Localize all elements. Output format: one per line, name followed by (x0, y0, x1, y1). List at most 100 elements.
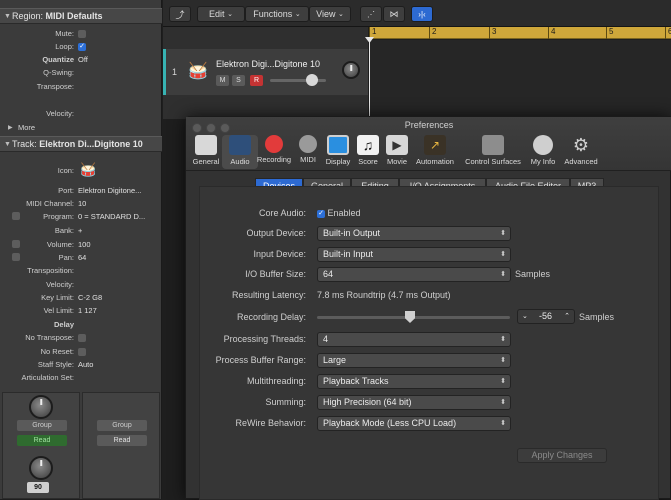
enabled-checkbox[interactable]: ✓ (317, 209, 325, 218)
volume-slider-thumb[interactable] (306, 74, 318, 86)
flex-icon[interactable]: ⋈ (383, 6, 405, 22)
pref-tab-my-info[interactable]: My Info (526, 135, 560, 169)
track-transposition-row[interactable]: Transposition: (0, 264, 162, 276)
track-pan-row[interactable]: Pan: 64 (0, 251, 162, 263)
chevron-down-icon[interactable]: ⌄ (522, 310, 528, 323)
region-transpose-row[interactable]: Transpose: (0, 80, 162, 92)
automation-curve-icon[interactable]: ⋰ (360, 6, 382, 22)
rewire-behavior-select[interactable]: Playback Mode (Less CPU Load) ⬍ (317, 416, 511, 431)
core-audio-toggle[interactable]: ✓ Enabled (317, 208, 361, 218)
core-audio-label: Core Audio: (258, 208, 306, 218)
summing-select[interactable]: High Precision (64 bit) ⬍ (317, 395, 511, 410)
pref-tab-audio[interactable]: Audio (222, 135, 258, 169)
midi-port-icon (299, 135, 317, 153)
track-bank-row[interactable]: Bank: + (0, 224, 162, 236)
track-key-limit-row[interactable]: Key Limit: C-2 G8 (0, 291, 162, 303)
edit-menu-button[interactable]: Edit ⌄ (197, 6, 245, 22)
summing-label: Summing: (265, 397, 306, 407)
ruler-bar-5: 5 (606, 27, 613, 39)
mute-checkbox[interactable] (78, 29, 86, 38)
pref-tab-midi[interactable]: MIDI (294, 135, 322, 169)
disclosure-closed-icon[interactable]: ▶ (8, 124, 13, 131)
ruler-bar-6: 6 (665, 27, 671, 39)
output-device-select[interactable]: Built-in Output ⬍ (317, 226, 511, 241)
track-articulation-row[interactable]: Articulation Set: (0, 371, 162, 383)
disclosure-open-icon[interactable]: ▼ (4, 13, 12, 20)
chevron-up-icon[interactable]: ⌃ (564, 310, 570, 323)
disclosure-open-icon[interactable]: ▼ (4, 141, 12, 148)
drum-kit-icon[interactable]: 🥁 (80, 162, 96, 178)
catch-icon[interactable]: ⤴ (169, 6, 191, 22)
volume-checkbox[interactable] (12, 240, 20, 248)
pref-tab-display[interactable]: Display (323, 135, 353, 169)
film-icon: ▶ (386, 135, 408, 155)
catch-playhead-icon[interactable]: ›|‹ (411, 6, 433, 22)
loop-checkbox[interactable]: ✓ (78, 42, 86, 51)
region-loop-row[interactable]: Loop: ✓ (0, 40, 162, 52)
region-velocity-row[interactable]: Velocity: (0, 107, 162, 119)
popup-arrows-icon: ⬍ (500, 271, 506, 278)
track-vel-limit-row[interactable]: Vel Limit: 1 127 (0, 304, 162, 316)
track-inspector-header[interactable]: ▼ Track: Elektron Di...Digitone 10 (0, 136, 162, 152)
pref-tab-automation[interactable]: ↗ Automation (412, 135, 458, 169)
tracks-area[interactable] (365, 37, 671, 120)
track-header[interactable]: 1 🥁 Elektron Digi...Digitone 10 M S R (163, 49, 368, 95)
solo-button[interactable]: S (232, 75, 245, 86)
buffer-size-select[interactable]: 64 ⬍ (317, 267, 511, 282)
playhead[interactable] (369, 38, 370, 120)
track-icon-row[interactable]: Icon: 🥁 (0, 162, 162, 178)
input-device-select[interactable]: Built-in Input ⬍ (317, 247, 511, 262)
record-enable-button[interactable]: R (250, 75, 263, 86)
program-checkbox[interactable] (12, 212, 20, 220)
process-buffer-range-select[interactable]: Large ⬍ (317, 353, 511, 368)
no-reset-checkbox[interactable] (78, 347, 86, 356)
track-name[interactable]: Elektron Digi...Digitone 10 (216, 59, 320, 69)
track-velocity-row[interactable]: Velocity: (0, 278, 162, 290)
recording-delay-unit: Samples (579, 312, 615, 322)
group-button[interactable]: Group (17, 420, 67, 431)
pref-tab-recording[interactable]: Recording (254, 135, 294, 169)
region-mute-row[interactable]: Mute: (0, 27, 162, 39)
group-button[interactable]: Group (97, 420, 147, 431)
mute-button[interactable]: M (216, 75, 229, 86)
ruler-bar-2: 2 (429, 27, 436, 39)
track-port-row[interactable]: Port: Elektron Digitone... (0, 184, 162, 196)
functions-menu-button[interactable]: Functions ⌄ (245, 6, 309, 22)
pref-tab-control-surfaces[interactable]: Control Surfaces (460, 135, 526, 169)
quantize-value[interactable]: Off (78, 55, 88, 64)
inspector-panel: ▼ Region: MIDI Defaults Mute: Loop: ✓ Qua… (0, 0, 162, 499)
track-delay-row[interactable]: Delay (0, 318, 162, 330)
pref-tab-movie[interactable]: ▶ Movie (383, 135, 411, 169)
bar-ruler[interactable]: 1 2 3 4 5 6 (369, 27, 671, 39)
recording-delay-stepper[interactable]: ⌄ -56 ⌃ (517, 309, 575, 324)
chevron-down-icon: ⌄ (227, 11, 233, 18)
track-no-transpose-row[interactable]: No Transpose: (0, 331, 162, 343)
volume-value[interactable]: 90 (27, 482, 49, 493)
pref-tab-advanced[interactable]: ⚙ Advanced (560, 135, 602, 169)
track-program-row[interactable]: Program: 0 = STANDARD D... (0, 210, 162, 222)
rewire-behavior-label: ReWire Behavior: (235, 418, 306, 428)
track-header-area: 1 🥁 Elektron Digi...Digitone 10 M S R (163, 27, 368, 119)
volume-knob[interactable] (29, 456, 53, 480)
no-transpose-checkbox[interactable] (78, 333, 86, 342)
automation-read-button[interactable]: Read (97, 435, 147, 446)
multithreading-select[interactable]: Playback Tracks ⬍ (317, 374, 511, 389)
track-volume-row[interactable]: Volume: 100 (0, 238, 162, 250)
region-inspector-header[interactable]: ▼ Region: MIDI Defaults (0, 8, 162, 24)
processing-threads-select[interactable]: 4 ⬍ (317, 332, 511, 347)
track-no-reset-row[interactable]: No Reset: (0, 345, 162, 357)
region-quantize-row[interactable]: Quantize Off (0, 53, 162, 65)
apply-changes-button[interactable]: Apply Changes (517, 448, 607, 463)
pan-knob[interactable] (342, 61, 360, 79)
pref-tab-score[interactable]: ♫ Score (354, 135, 382, 169)
region-qswing-row[interactable]: Q-Swing: (0, 66, 162, 78)
pan-checkbox[interactable] (12, 253, 20, 261)
track-staff-style-row[interactable]: Staff Style: Auto (0, 358, 162, 370)
popup-arrows-icon: ⬍ (500, 378, 506, 385)
track-midi-channel-row[interactable]: MIDI Channel: 10 (0, 197, 162, 209)
automation-read-button[interactable]: Read (17, 435, 67, 446)
more-row[interactable]: ▶ More (0, 121, 162, 133)
pref-tab-general[interactable]: General (188, 135, 224, 169)
pan-knob[interactable] (29, 395, 53, 419)
view-menu-button[interactable]: View ⌄ (309, 6, 351, 22)
